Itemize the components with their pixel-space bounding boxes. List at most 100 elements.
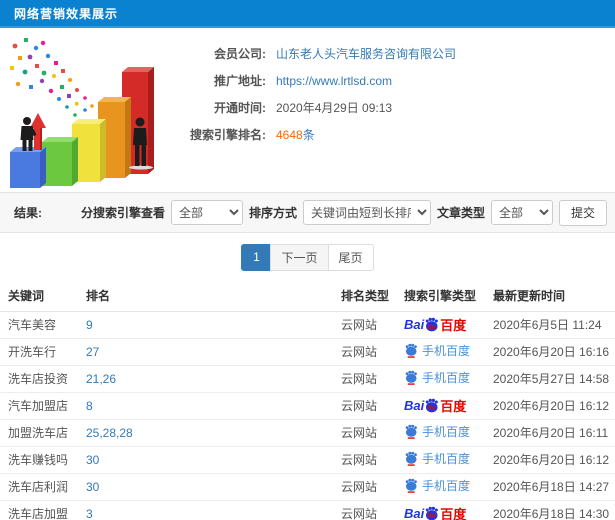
mobile-baidu-text: 手机百度	[422, 425, 471, 439]
baidu-mobile-logo: 手机百度	[404, 477, 470, 494]
baidu-bai-text: Bai	[404, 317, 425, 332]
mobile-baidu-paw-icon	[405, 451, 417, 466]
baidu-mobile-logo: 手机百度	[404, 369, 470, 386]
cell-keyword: 洗车店利润	[0, 473, 82, 501]
table-row: 洗车赚钱吗 30 云网站 手机百度 2020年6月20日 16:12	[0, 446, 615, 474]
cell-updated: 2020年6月18日 14:30	[489, 500, 615, 520]
info-row-rank: 搜索引擎排名: 4648条	[178, 121, 456, 148]
rank-link[interactable]: 27	[86, 345, 99, 359]
cell-keyword: 洗车店投资	[0, 365, 82, 393]
cell-updated: 2020年6月20日 16:16	[489, 338, 615, 366]
cell-engine: 手机百度	[400, 365, 489, 393]
cell-updated: 2020年5月27日 14:58	[489, 365, 615, 393]
baidu-pc-logo: Bai du 百度	[404, 315, 466, 334]
cell-rank-type: 云网站	[337, 500, 400, 520]
cell-rank-type: 云网站	[337, 311, 400, 339]
svg-text:du: du	[428, 513, 436, 520]
next-page-button[interactable]: 下一页	[270, 243, 329, 271]
sort-filter-select[interactable]: 关键词由短到长排序	[302, 200, 431, 225]
baidu-paw-icon: du	[425, 317, 439, 332]
rank-count-number: 4648	[276, 128, 303, 142]
engine-filter-select[interactable]: 全部	[170, 200, 243, 225]
header-engine-type: 搜索引擎类型	[400, 281, 489, 312]
table-row: 洗车店利润 30 云网站 手机百度 2020年6月18日 14:27	[0, 473, 615, 501]
cell-updated: 2020年6月20日 16:12	[489, 392, 615, 420]
info-list: 会员公司: 山东老人头汽车服务咨询有限公司 推广地址: https://www.…	[178, 28, 456, 192]
cell-updated: 2020年6月20日 16:12	[489, 446, 615, 474]
cell-rank-type: 云网站	[337, 419, 400, 447]
company-label: 会员公司:	[214, 47, 266, 61]
rank-link[interactable]: 30	[86, 480, 99, 494]
engine-filter-label: 分搜索引擎查看	[80, 206, 165, 220]
baidu-pc-logo: Bai du 百度	[404, 504, 466, 520]
mobile-baidu-paw-icon	[405, 424, 417, 439]
rank-count-value: 4648条	[276, 126, 315, 143]
table-row: 汽车美容 9 云网站 Bai du 百度 2020年6月5日 11:24	[0, 311, 615, 339]
table-header-row: 关键词 排名 排名类型 搜索引擎类型 最新更新时间	[0, 281, 615, 312]
info-row-url: 推广地址: https://www.lrtlsd.com	[178, 67, 456, 94]
svg-text:du: du	[428, 324, 436, 331]
cell-rank-type: 云网站	[337, 473, 400, 501]
info-row-opened: 开通时间: 2020年4月29日 09:13	[178, 94, 456, 121]
result-label: 结果:	[14, 206, 42, 220]
table-row: 汽车加盟店 8 云网站 Bai du 百度 2020年6月20日 16:12	[0, 392, 615, 420]
info-row-company: 会员公司: 山东老人头汽车服务咨询有限公司	[178, 40, 456, 67]
cell-rank-type: 云网站	[337, 365, 400, 393]
pagination-wrap: 1 下一页 尾页	[0, 233, 615, 281]
cell-engine: Bai du 百度	[400, 392, 489, 420]
cell-keyword: 洗车赚钱吗	[0, 446, 82, 474]
baidu-mobile-logo: 手机百度	[404, 342, 470, 359]
confetti-dots	[10, 38, 94, 117]
cell-updated: 2020年6月18日 14:27	[489, 473, 615, 501]
page-title: 网络营销效果展示	[14, 6, 119, 21]
baidu-cn-text: 百度	[440, 318, 467, 333]
rank-link[interactable]: 21,26	[86, 372, 116, 386]
cell-rank-type: 云网站	[337, 392, 400, 420]
baidu-paw-icon: du	[425, 398, 439, 413]
baidu-paw-icon: du	[425, 506, 439, 520]
rank-count-unit: 条	[302, 128, 315, 142]
promotion-url-link[interactable]: https://www.lrtlsd.com	[276, 74, 392, 88]
cell-keyword: 加盟洗车店	[0, 419, 82, 447]
pagination: 1 下一页 尾页	[241, 243, 374, 271]
cell-updated: 2020年6月20日 16:11	[489, 419, 615, 447]
last-page-button[interactable]: 尾页	[327, 243, 374, 271]
rank-link[interactable]: 8	[86, 399, 93, 413]
rank-label: 搜索引擎排名:	[190, 128, 266, 142]
company-link[interactable]: 山东老人头汽车服务咨询有限公司	[276, 45, 456, 62]
table-row: 洗车店投资 21,26 云网站 手机百度 2020年5月27日 14:58	[0, 365, 615, 393]
table-row: 开洗车行 27 云网站 手机百度 2020年6月20日 16:16	[0, 338, 615, 366]
mobile-baidu-paw-icon	[405, 370, 417, 385]
header-rank: 排名	[82, 281, 337, 312]
filter-bar: 结果: 分搜索引擎查看 全部 排序方式 关键词由短到长排序 文章类型 全部 提交	[0, 192, 615, 233]
rank-link[interactable]: 30	[86, 453, 99, 467]
baidu-mobile-logo: 手机百度	[404, 450, 470, 467]
cell-engine: 手机百度	[400, 419, 489, 447]
cell-updated: 2020年6月5日 11:24	[489, 311, 615, 339]
rank-link[interactable]: 9	[86, 318, 93, 332]
opened-value: 2020年4月29日 09:13	[276, 101, 393, 115]
type-filter-label: 文章类型	[436, 206, 485, 220]
table-row: 洗车店加盟 3 云网站 Bai du 百度 2020年6月18日 14:30	[0, 500, 615, 520]
cell-engine: 手机百度	[400, 446, 489, 474]
type-filter-select[interactable]: 全部	[490, 200, 553, 225]
bar-blue	[10, 147, 46, 188]
cell-rank-type: 云网站	[337, 446, 400, 474]
page-button-1[interactable]: 1	[241, 243, 272, 271]
mobile-baidu-text: 手机百度	[422, 371, 471, 385]
submit-button[interactable]: 提交	[558, 199, 607, 226]
url-label: 推广地址:	[214, 74, 266, 88]
cell-engine: Bai du 百度	[400, 311, 489, 339]
info-panel: 会员公司: 山东老人头汽车服务咨询有限公司 推广地址: https://www.…	[0, 28, 615, 192]
cell-rank-type: 云网站	[337, 338, 400, 366]
cell-keyword: 汽车加盟店	[0, 392, 82, 420]
mobile-baidu-text: 手机百度	[422, 344, 471, 358]
opened-label: 开通时间:	[214, 101, 266, 115]
header-updated: 最新更新时间	[489, 281, 615, 312]
results-table: 关键词 排名 排名类型 搜索引擎类型 最新更新时间 汽车美容 9 云网站 Bai…	[0, 281, 615, 520]
rank-link[interactable]: 3	[86, 507, 93, 520]
cell-engine: 手机百度	[400, 338, 489, 366]
cell-keyword: 汽车美容	[0, 311, 82, 339]
cell-engine: Bai du 百度	[400, 500, 489, 520]
rank-link[interactable]: 25,28,28	[86, 426, 133, 440]
